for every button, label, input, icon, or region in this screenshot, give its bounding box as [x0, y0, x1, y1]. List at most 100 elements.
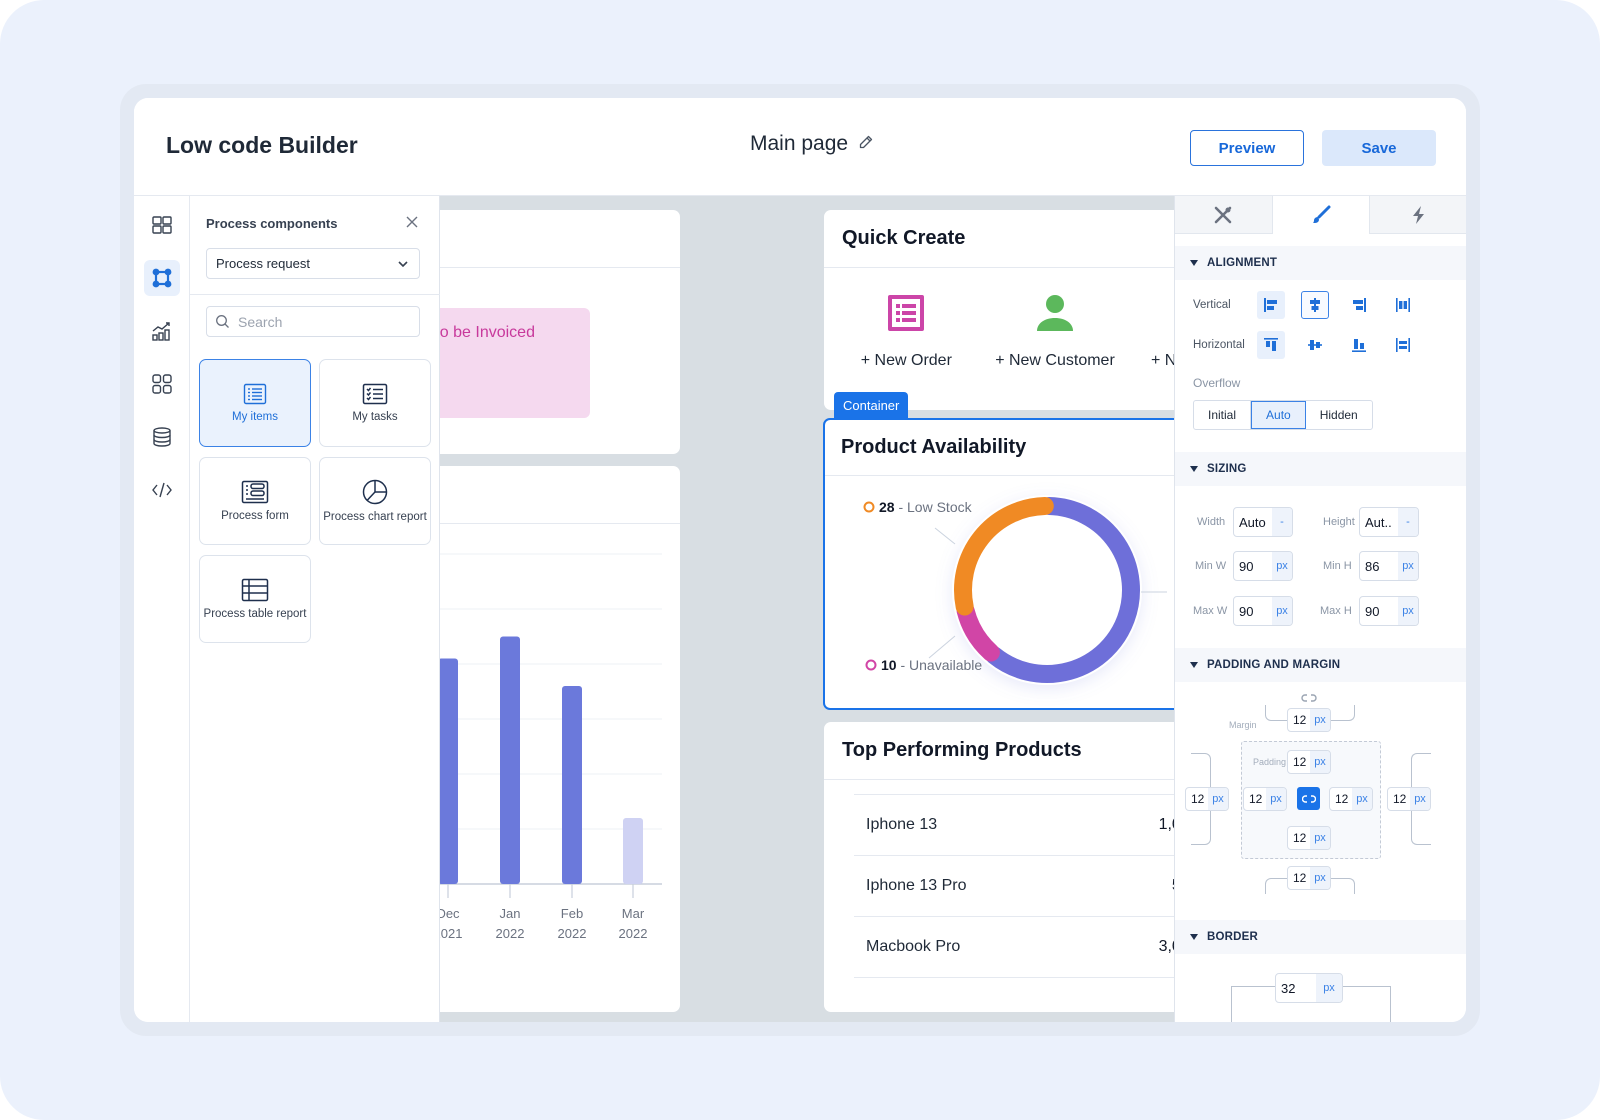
max-h-value: 90 [1365, 603, 1380, 619]
caret-down-icon [1190, 260, 1198, 266]
align-center-button[interactable] [1301, 291, 1329, 319]
align-space-between-icon [1396, 298, 1410, 312]
container-tag[interactable]: Container [834, 392, 909, 418]
margin-label: Margin [1229, 720, 1257, 730]
align-bottom-button[interactable] [1345, 331, 1373, 359]
vertical-label: Vertical [1193, 299, 1231, 311]
bar-chart-card[interactable]: Dec 2021 Jan 2022 Feb 2022 Mar 2022 [430, 466, 680, 1012]
unit: px [1310, 827, 1330, 849]
link-margin-icon[interactable] [1301, 693, 1317, 703]
search-input[interactable]: Search [206, 306, 420, 337]
padding-margin-section-header[interactable]: PADDING AND MARGIN [1175, 648, 1466, 682]
alignment-section-header[interactable]: ALIGNMENT [1175, 246, 1466, 280]
rail-item-analytics[interactable] [144, 313, 180, 349]
margin-bottom-value: 12 [1293, 871, 1307, 885]
border-width-input[interactable]: 32 px [1275, 973, 1343, 1003]
margin-bottom-input[interactable]: 12 px [1287, 866, 1331, 890]
align-left-button[interactable] [1257, 291, 1285, 319]
new-customer-label: + New Customer [995, 352, 1115, 369]
tile-label: Process table report [203, 607, 307, 620]
pencil-icon[interactable] [858, 132, 874, 156]
process-select[interactable]: Process request [206, 248, 420, 279]
height-label: Height [1323, 516, 1355, 528]
layout-grid-icon [152, 216, 172, 234]
padding-left-input[interactable]: 12 px [1243, 787, 1287, 811]
overflow-hidden[interactable]: Hidden [1306, 401, 1372, 429]
align-middle-icon [1308, 340, 1322, 350]
margin-top-input[interactable]: 12 px [1287, 708, 1331, 732]
max-h-input[interactable]: 90 px [1359, 596, 1419, 626]
tile-my-tasks[interactable]: My tasks [319, 359, 431, 447]
components-panel: Process components Process request Searc… [190, 196, 440, 1022]
margin-left-input[interactable]: 12 px [1185, 787, 1229, 811]
rail-item-database[interactable] [144, 419, 180, 455]
tile-process-chart-report[interactable]: Process chart report [319, 457, 431, 545]
tile-process-form[interactable]: Process form [199, 457, 311, 545]
width-label: Width [1197, 516, 1226, 528]
tab-events[interactable] [1370, 196, 1466, 234]
tile-my-items[interactable]: My items [199, 359, 311, 447]
overflow-auto[interactable]: Auto [1251, 401, 1306, 429]
close-icon[interactable] [404, 214, 420, 230]
max-w-label: Max W [1193, 605, 1228, 617]
padding-top-input[interactable]: 12 px [1287, 750, 1331, 774]
min-w-input[interactable]: 90 px [1233, 551, 1293, 581]
unit: px [1316, 974, 1342, 1002]
unit: px [1310, 709, 1330, 731]
new-customer-action[interactable]: + New Customer [985, 294, 1125, 370]
min-h-label: Min H [1323, 560, 1352, 572]
rail-item-code[interactable] [144, 472, 180, 508]
search-placeholder: Search [238, 313, 283, 330]
page-title[interactable]: Main page [750, 132, 848, 156]
kpi-tile[interactable]: Orders to be Invoiced 24 [430, 308, 590, 418]
data-label-unavailable: 10 - Unavailable [881, 657, 982, 673]
align-justify-button[interactable] [1389, 291, 1417, 319]
kpi-card[interactable]: Orders to be Invoiced 24 [430, 210, 680, 454]
width-value: Auto [1239, 514, 1266, 530]
max-w-input[interactable]: 90 px [1233, 596, 1293, 626]
min-h-input[interactable]: 86 px [1359, 551, 1419, 581]
min-w-label: Min W [1195, 560, 1227, 572]
person-icon [1036, 295, 1073, 331]
x-tick-label-month: Mar [622, 906, 645, 921]
max-w-unit: px [1272, 597, 1292, 625]
height-unit: - [1398, 508, 1418, 536]
width-input[interactable]: Auto - [1233, 507, 1293, 537]
width-unit: - [1272, 508, 1292, 536]
height-input[interactable]: Aut.. - [1359, 507, 1419, 537]
align-middle-button[interactable] [1301, 331, 1329, 359]
tab-style[interactable] [1272, 196, 1371, 234]
align-top-button[interactable] [1257, 331, 1285, 359]
new-order-action[interactable]: + New Order [836, 294, 976, 370]
rail-item-layout[interactable] [144, 207, 180, 243]
link-padding-toggle[interactable] [1297, 787, 1320, 810]
align-right-icon [1353, 298, 1366, 312]
tab-settings[interactable] [1175, 196, 1273, 234]
legend-marker [865, 659, 877, 671]
padding-bottom-input[interactable]: 12 px [1287, 826, 1331, 850]
builder-app: Low code Builder Main page Preview Save [134, 98, 1466, 1022]
unit: px [1310, 867, 1330, 889]
align-bottom-icon [1352, 339, 1366, 352]
padding-top-value: 12 [1293, 755, 1307, 769]
order-list-icon [888, 295, 925, 331]
padding-right-input[interactable]: 12 px [1329, 787, 1373, 811]
align-stretch-icon [1396, 338, 1410, 352]
border-section-header[interactable]: BORDER [1175, 920, 1466, 954]
padding-left-value: 12 [1249, 792, 1263, 806]
align-stretch-button[interactable] [1389, 331, 1417, 359]
unit: px [1352, 788, 1372, 810]
save-button[interactable]: Save [1322, 130, 1436, 166]
rail-item-apps[interactable] [144, 366, 180, 402]
margin-right-input[interactable]: 12 px [1387, 787, 1431, 811]
list-icon [243, 383, 267, 404]
rail-item-process[interactable] [144, 260, 180, 296]
tile-label: Process form [221, 509, 289, 522]
preview-button[interactable]: Preview [1190, 130, 1304, 166]
overflow-initial[interactable]: Initial [1194, 401, 1252, 429]
align-right-button[interactable] [1345, 291, 1373, 319]
sizing-section-header[interactable]: SIZING [1175, 452, 1466, 486]
properties-panel: ALIGNMENT Vertical Horizontal Overflow I… [1174, 196, 1466, 1022]
section-title: ALIGNMENT [1207, 257, 1278, 269]
tile-process-table-report[interactable]: Process table report [199, 555, 311, 643]
